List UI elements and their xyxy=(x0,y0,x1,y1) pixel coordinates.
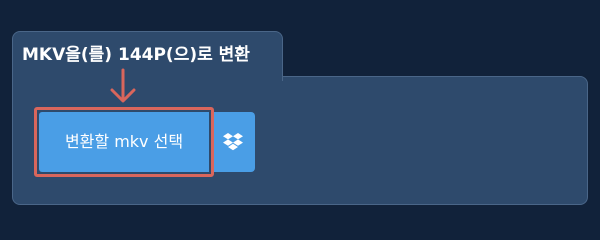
dropbox-icon xyxy=(223,133,243,151)
panel-title: MKV을(를) 144P(으)로 변환 xyxy=(22,45,250,65)
dropbox-button[interactable] xyxy=(211,112,255,172)
arrow-down-icon xyxy=(110,68,136,103)
select-mkv-button[interactable]: 변환할 mkv 선택 xyxy=(39,112,209,172)
